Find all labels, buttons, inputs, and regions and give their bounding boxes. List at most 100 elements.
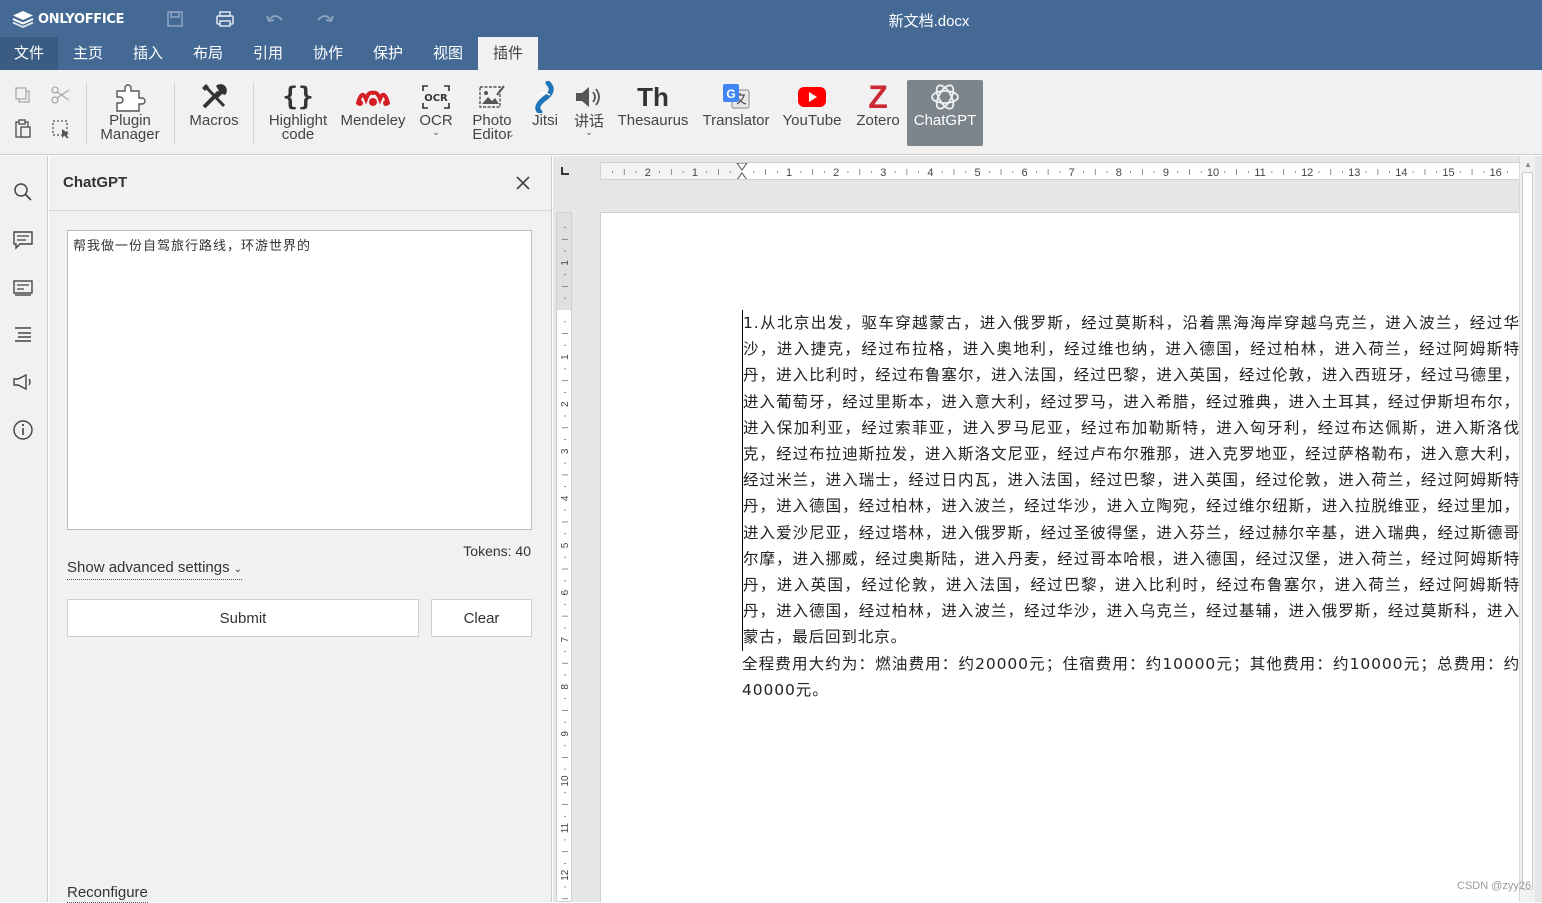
tab-plugins[interactable]: 插件: [478, 37, 538, 70]
youtube-button[interactable]: YouTube: [780, 80, 844, 146]
paste-icon[interactable]: [12, 118, 34, 140]
ruler-label: 8: [560, 684, 571, 690]
ruler-label: 3: [560, 448, 571, 454]
vertical-scrollbar[interactable]: ▲: [1519, 156, 1535, 902]
ruler-label: 5: [560, 542, 571, 548]
ruler-label: 14: [1395, 167, 1407, 179]
ruler-label: 9: [1163, 167, 1169, 179]
ruler-label: 16: [1489, 167, 1501, 179]
ruler-label: 10: [1207, 167, 1219, 179]
plugins-toolbar: Plugin Manager Macros {} Highlight code …: [0, 70, 1542, 155]
tab-view[interactable]: 视图: [418, 37, 478, 70]
translator-button[interactable]: G Translator: [700, 80, 772, 146]
scroll-thumb[interactable]: [1522, 172, 1533, 890]
ruler-label: 1: [560, 354, 571, 360]
tab-home[interactable]: 主页: [58, 37, 118, 70]
zotero-label: Zotero: [856, 112, 900, 129]
jitsi-icon: [535, 81, 554, 113]
close-icon[interactable]: [513, 173, 533, 193]
thesaurus-button[interactable]: Th Thesaurus: [616, 80, 690, 146]
tab-insert[interactable]: 插入: [118, 37, 178, 70]
chatgpt-label: ChatGPT: [913, 112, 977, 129]
onlyoffice-logo-icon: [12, 11, 34, 28]
document-page[interactable]: 1.从北京出发，驱车穿越蒙古，进入俄罗斯，经过莫斯科，沿着黑海海岸穿越乌克兰，进…: [600, 212, 1520, 902]
select-all-icon[interactable]: [50, 118, 72, 140]
print-icon[interactable]: [214, 8, 236, 30]
submit-button[interactable]: Submit: [67, 599, 419, 637]
thesaurus-label: Thesaurus: [617, 112, 689, 129]
chatgpt-button[interactable]: ChatGPT: [907, 80, 983, 146]
jitsi-label: Jitsi: [532, 112, 558, 129]
photo-editor-icon: [479, 85, 505, 108]
ruler-label: 4: [560, 495, 571, 501]
plugin-manager-label: Plugin Manager: [100, 112, 160, 143]
redo-icon[interactable]: [314, 8, 336, 30]
logo-text: ONLYOFFICE: [38, 11, 125, 27]
openai-icon: [931, 84, 959, 110]
youtube-icon: [798, 87, 826, 107]
ruler-label: 6: [560, 589, 571, 595]
jitsi-button[interactable]: Jitsi: [528, 80, 562, 146]
tab-stop-icon[interactable]: [555, 161, 575, 181]
ruler-label: 2: [645, 167, 651, 179]
tab-file[interactable]: 文件: [0, 37, 58, 70]
save-icon[interactable]: [164, 8, 186, 30]
ruler-label: 13: [1348, 167, 1360, 179]
tab-collaboration[interactable]: 协作: [298, 37, 358, 70]
ruler-label: 12: [1301, 167, 1313, 179]
ruler-label: 2: [833, 167, 839, 179]
clear-button[interactable]: Clear: [431, 599, 532, 637]
mendeley-icon: [356, 90, 390, 106]
translate-icon: G: [723, 84, 750, 109]
highlight-code-button[interactable]: {} Highlight code: [264, 80, 332, 146]
token-count: Tokens: 40: [463, 543, 531, 559]
plugin-manager-button[interactable]: Plugin Manager: [96, 80, 164, 146]
ocr-dropdown-icon: ⌄: [432, 127, 440, 137]
cut-icon[interactable]: [50, 84, 72, 106]
zotero-icon: Z: [868, 79, 888, 115]
app-logo: ONLYOFFICE: [12, 9, 125, 29]
prompt-textarea[interactable]: [67, 230, 532, 530]
ruler-label: 1: [560, 260, 571, 266]
ruler-label: 9: [560, 731, 571, 737]
speech-button[interactable]: 讲话 ⌄: [568, 80, 610, 146]
chat-icon[interactable]: [11, 276, 35, 300]
svg-text:OCR: OCR: [424, 93, 448, 104]
macros-button[interactable]: Macros: [186, 80, 242, 146]
navigation-icon[interactable]: [11, 322, 35, 346]
comments-icon[interactable]: [11, 228, 35, 252]
speaker-icon: [576, 87, 600, 107]
reconfigure-link[interactable]: Reconfigure: [67, 884, 148, 903]
watermark: CSDN @zyy26: [1457, 880, 1532, 892]
cost-paragraph[interactable]: 全程费用大约为：燃油费用：约20000元；住宿费用：约10000元；其他费用：约…: [742, 651, 1520, 703]
tab-layout[interactable]: 布局: [178, 37, 238, 70]
route-paragraph[interactable]: 1.从北京出发，驱车穿越蒙古，进入俄罗斯，经过莫斯科，沿着黑海海岸穿越乌克兰，进…: [742, 310, 1520, 651]
zotero-button[interactable]: Z Zotero: [852, 80, 904, 146]
ruler-label: 12: [560, 869, 571, 881]
braces-icon: {}: [282, 82, 314, 112]
ruler-label: 2: [560, 401, 571, 407]
panel-title: ChatGPT: [63, 174, 128, 191]
tab-protection[interactable]: 保护: [358, 37, 418, 70]
svg-text:G: G: [726, 87, 735, 101]
ruler-label: 4: [927, 167, 933, 179]
scroll-up-icon[interactable]: ▲: [1524, 160, 1532, 169]
advanced-settings-link[interactable]: Show advanced settings ⌄: [67, 559, 242, 580]
ocr-button[interactable]: OCR OCR ⌄: [414, 80, 458, 146]
undo-icon[interactable]: [264, 8, 286, 30]
panel-header: ChatGPT: [49, 156, 552, 211]
ruler-label: 10: [560, 775, 571, 787]
ruler-label: 7: [560, 636, 571, 642]
mendeley-button[interactable]: Mendeley: [338, 80, 408, 146]
copy-icon[interactable]: [12, 84, 34, 106]
about-icon[interactable]: [11, 418, 35, 442]
document-body[interactable]: 1.从北京出发，驱车穿越蒙古，进入俄罗斯，经过莫斯科，沿着黑海海岸穿越乌克兰，进…: [742, 310, 1520, 703]
advanced-settings-label: Show advanced settings: [67, 559, 230, 576]
ruler-label: 11: [1254, 167, 1265, 179]
thesaurus-icon: Th: [637, 81, 669, 112]
feedback-icon[interactable]: [11, 370, 35, 394]
tab-references[interactable]: 引用: [238, 37, 298, 70]
horizontal-ruler: 2 1 1 2 3 4 5 6 7 8 9 10 11 12 13 14 15 16: [600, 162, 1520, 180]
speech-label: 讲话: [573, 112, 604, 130]
search-icon[interactable]: [11, 180, 35, 204]
